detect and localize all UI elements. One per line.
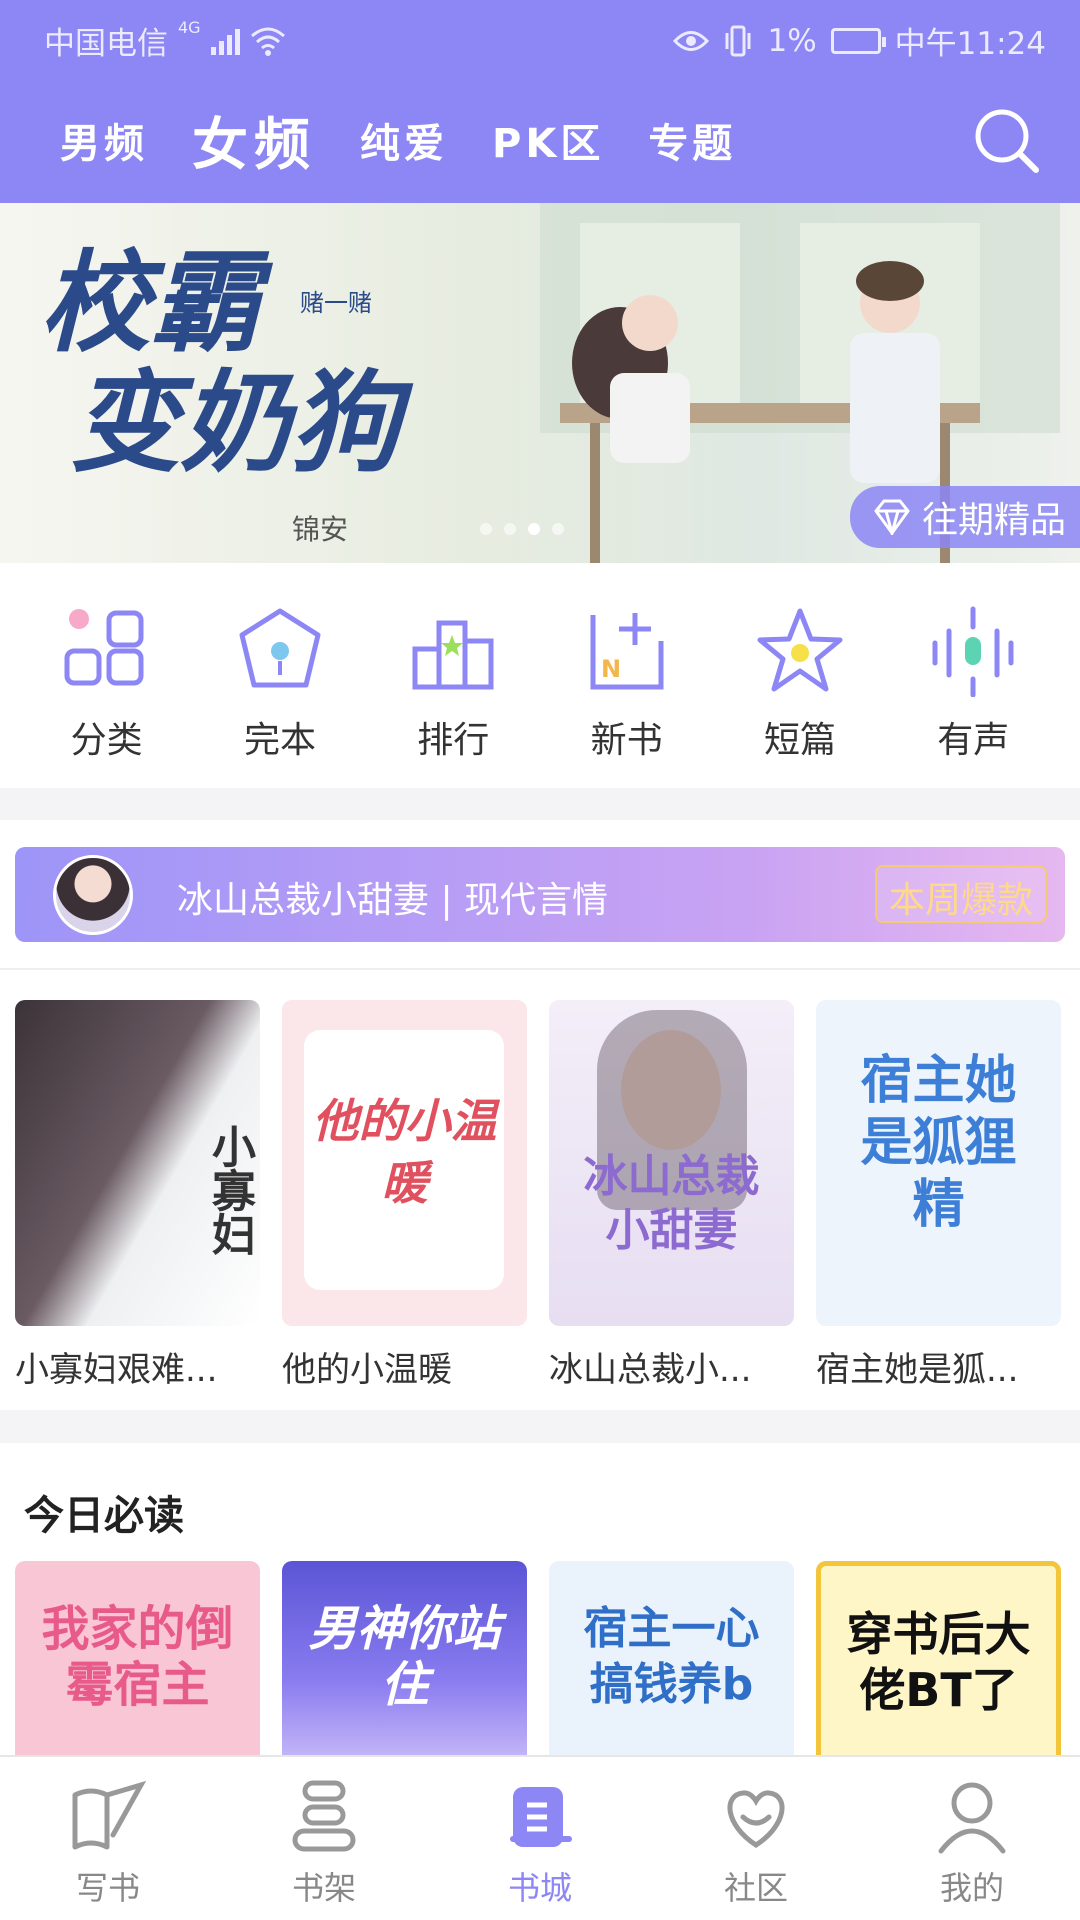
carrier-label: 中国电信	[44, 26, 168, 62]
wifi-icon	[250, 27, 285, 56]
nav-community[interactable]: 社区	[676, 1757, 836, 1920]
today-must-read-section: 今日必读 我家的倒霉宿主 男神你站住 宿主一心搞钱养b 穿书后大佬BT了	[0, 1443, 1080, 1763]
nav-label: 写书	[75, 1869, 140, 1907]
divider	[0, 968, 1080, 970]
category-grid: 分类 完本 排行 N 新书 短篇 有声	[0, 563, 1080, 788]
bottom-navigation: 写书 书架 书城 社区 我的	[0, 1755, 1080, 1920]
book-card[interactable]: 穿书后大佬BT了	[816, 1561, 1061, 1761]
book-card[interactable]: 男神你站住	[282, 1561, 527, 1761]
book-title: 他的小温暖	[282, 1350, 452, 1390]
banner-subtitle: 赌一赌	[300, 289, 372, 317]
diamond-icon	[874, 499, 910, 535]
book-cover: 我家的倒霉宿主	[15, 1561, 260, 1761]
book-cover: 男神你站住	[282, 1561, 527, 1761]
hot-book-description: 冰山总裁小甜妻 | 现代言情	[177, 880, 609, 921]
bookstore-icon	[510, 1787, 572, 1847]
search-icon[interactable]	[972, 106, 1042, 176]
category-label: 有声	[937, 720, 1010, 761]
nav-bookshelf[interactable]: 书架	[244, 1757, 404, 1920]
book-cover: 穿书后大佬BT了	[816, 1561, 1061, 1761]
nav-label: 我的	[939, 1869, 1004, 1907]
avatar	[53, 855, 133, 935]
status-bar: 中国电信 4G 1% 中午11:24	[0, 0, 1080, 76]
eye-icon	[673, 30, 710, 51]
svg-text:N: N	[601, 655, 621, 683]
nav-label: 社区	[723, 1869, 788, 1907]
book-cover: 他的小温暖	[282, 1000, 527, 1326]
category-label: 完本	[243, 720, 316, 761]
weekly-hot-tag: 本周爆款	[874, 865, 1047, 923]
nav-write[interactable]: 写书	[28, 1757, 188, 1920]
book-card[interactable]: 宿主她是狐狸精 宿主她是狐...	[816, 1000, 1061, 1391]
book-card[interactable]: 他的小温暖 他的小温暖	[282, 1000, 527, 1391]
book-title: 小寡妇艰难...	[15, 1350, 218, 1390]
banner-author: 锦安	[292, 513, 349, 546]
write-icon	[72, 1780, 147, 1850]
tab-male[interactable]: 男频	[60, 111, 148, 169]
carousel-dots	[480, 523, 564, 535]
book-card[interactable]: 我家的倒霉宿主	[15, 1561, 260, 1761]
category-finished[interactable]: 完本	[205, 563, 355, 788]
profile-icon	[938, 1782, 1006, 1854]
new-book-icon: N	[590, 613, 664, 690]
top-header: 中国电信 4G 1% 中午11:24 男频 女频 纯爱 PK区 专题	[0, 0, 1080, 203]
book-cover: 小寡妇	[15, 1000, 260, 1326]
past-picks-label: 往期精品	[921, 500, 1066, 541]
banner-title: 校霸 变奶狗	[40, 238, 400, 487]
category-ranking[interactable]: 排行	[378, 563, 528, 788]
book-cover: 宿主一心搞钱养b	[549, 1561, 794, 1761]
signal-icon	[210, 27, 240, 55]
tab-pure-love[interactable]: 纯爱	[360, 111, 448, 169]
audio-icon	[932, 606, 1014, 697]
tab-female[interactable]: 女频	[192, 100, 316, 181]
category-short-stories[interactable]: 短篇	[725, 563, 875, 788]
clock: 中午11:24	[894, 26, 1046, 62]
book-title: 宿主她是狐...	[816, 1350, 1019, 1390]
section-title: 今日必读	[24, 1493, 184, 1539]
book-cover: 冰山总裁小甜妻	[549, 1000, 794, 1326]
ranking-icon	[412, 620, 494, 690]
community-icon	[727, 1790, 785, 1848]
battery-percent: 1%	[767, 22, 817, 59]
book-card[interactable]: 小寡妇 小寡妇艰难...	[15, 1000, 260, 1391]
channel-tabs: 男频 女频 纯爱 PK区 专题	[60, 105, 780, 178]
finished-icon	[239, 608, 321, 688]
battery-icon	[830, 27, 886, 54]
weekly-hot-banner[interactable]: 冰山总裁小甜妻 | 现代言情 本周爆款	[15, 847, 1065, 942]
network-label: 4G	[178, 18, 201, 37]
hot-book-list: 小寡妇 小寡妇艰难... 他的小温暖 他的小温暖 冰山总裁小甜妻 冰山总裁小..…	[15, 1000, 1061, 1391]
category-audio[interactable]: 有声	[898, 563, 1048, 788]
book-card[interactable]: 宿主一心搞钱养b	[549, 1561, 794, 1761]
tab-topics[interactable]: 专题	[648, 111, 736, 169]
past-picks-badge[interactable]: 往期精品	[849, 486, 1080, 548]
bookshelf-icon	[292, 1780, 356, 1852]
category-label: 排行	[417, 720, 490, 761]
vibrate-icon	[725, 25, 751, 56]
today-book-list: 我家的倒霉宿主 男神你站住 宿主一心搞钱养b 穿书后大佬BT了	[15, 1561, 1061, 1761]
category-classify[interactable]: 分类	[32, 563, 182, 788]
book-title: 冰山总裁小...	[549, 1350, 752, 1390]
book-cover: 宿主她是狐狸精	[816, 1000, 1061, 1326]
promo-banner[interactable]: 校霸 变奶狗 赌一赌 锦安 往期精品	[0, 203, 1080, 563]
weekly-hot-section: 冰山总裁小甜妻 | 现代言情 本周爆款 小寡妇 小寡妇艰难... 他的小温暖 他…	[0, 820, 1080, 1410]
nav-label: 书架	[291, 1869, 356, 1907]
category-label: 分类	[70, 720, 143, 761]
star-icon	[757, 608, 843, 692]
nav-profile[interactable]: 我的	[892, 1757, 1052, 1920]
nav-bookstore[interactable]: 书城	[460, 1757, 620, 1920]
tab-pk-zone[interactable]: PK区	[492, 111, 604, 169]
grid-icon	[64, 609, 144, 686]
category-label: 短篇	[763, 720, 836, 761]
category-label: 新书	[590, 720, 663, 761]
nav-label: 书城	[507, 1869, 572, 1907]
category-new-books[interactable]: N 新书	[552, 563, 702, 788]
book-card[interactable]: 冰山总裁小甜妻 冰山总裁小...	[549, 1000, 794, 1391]
